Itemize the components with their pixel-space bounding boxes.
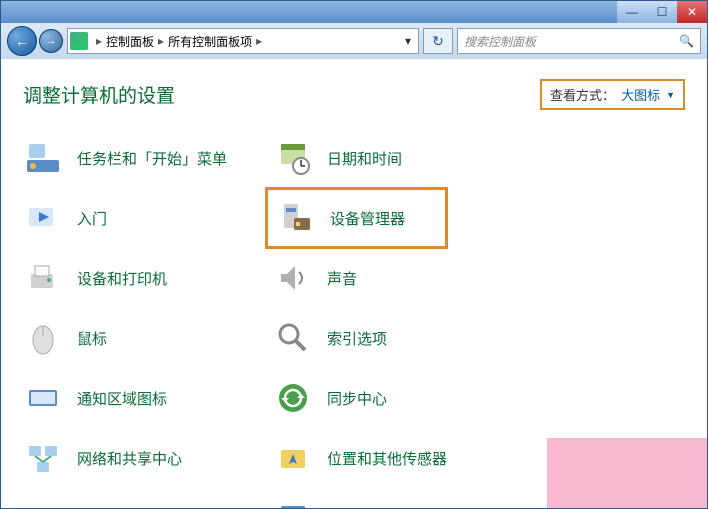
close-button[interactable]: ✕ — [677, 1, 707, 23]
control-panel-item-device-manager[interactable]: 设备管理器 — [273, 198, 523, 238]
clock-icon — [273, 138, 313, 178]
content-header: 调整计算机的设置 查看方式： 大图标 ▼ — [23, 79, 685, 110]
notification-icon — [23, 378, 63, 418]
breadcrumb-sep-icon: ▸ — [96, 34, 102, 48]
control-panel-icon — [70, 32, 88, 50]
item-label: 声音 — [327, 268, 357, 289]
address-dropdown-icon[interactable]: ▾ — [400, 34, 416, 48]
nav-buttons: ← → — [7, 26, 63, 56]
breadcrumb-current[interactable]: 所有控制面板项 — [168, 33, 252, 50]
item-label: 文件夹选项 — [77, 508, 152, 509]
item-label: 网络和共享中心 — [77, 448, 182, 469]
page-title: 调整计算机的设置 — [23, 81, 175, 108]
device-manager-icon — [276, 198, 316, 238]
control-panel-item-indexing[interactable]: 索引选项 — [273, 318, 523, 358]
control-panel-item-folder[interactable]: 文件夹选项 — [23, 498, 273, 508]
breadcrumb-root[interactable]: 控制面板 — [106, 33, 154, 50]
location-icon — [273, 438, 313, 478]
indexing-icon — [273, 318, 313, 358]
overlay-patch — [547, 438, 707, 508]
item-label: 入门 — [77, 208, 107, 229]
chevron-down-icon: ▼ — [666, 90, 675, 100]
item-label: 索引选项 — [327, 328, 387, 349]
getting-started-icon — [23, 198, 63, 238]
control-panel-item-getting-started[interactable]: 入门 — [23, 198, 273, 238]
network-icon — [23, 438, 63, 478]
forward-button[interactable]: → — [39, 29, 63, 53]
highlight-annotation: 设备管理器 — [265, 187, 448, 249]
control-panel-item-network[interactable]: 网络和共享中心 — [23, 438, 273, 478]
sound-icon — [273, 258, 313, 298]
item-label: 同步中心 — [327, 388, 387, 409]
breadcrumb-sep-icon: ▸ — [158, 34, 164, 48]
refresh-button[interactable]: ↻ — [423, 28, 453, 54]
sync-icon — [273, 378, 313, 418]
mouse-icon — [23, 318, 63, 358]
search-placeholder: 搜索控制面板 — [464, 33, 679, 50]
titlebar: — ☐ ✕ — [1, 1, 707, 23]
maximize-button[interactable]: ☐ — [647, 1, 677, 23]
printers-icon — [23, 258, 63, 298]
minimize-button[interactable]: — — [617, 1, 647, 23]
navigation-bar: ← → ▸ 控制面板 ▸ 所有控制面板项 ▸ ▾ ↻ 搜索控制面板 🔍 — [1, 23, 707, 60]
control-panel-item-clock[interactable]: 日期和时间 — [273, 138, 523, 178]
control-panel-window: — ☐ ✕ ← → ▸ 控制面板 ▸ 所有控制面板项 ▸ ▾ ↻ 搜索控制面板 … — [0, 0, 708, 509]
control-panel-item-sync[interactable]: 同步中心 — [273, 378, 523, 418]
control-panel-item-sound[interactable]: 声音 — [273, 258, 523, 298]
view-by-selector[interactable]: 查看方式： 大图标 ▼ — [540, 79, 685, 110]
item-label: 位置和其他传感器 — [327, 448, 447, 469]
view-by-label: 查看方式： — [550, 85, 615, 104]
item-label: 设备管理器 — [330, 208, 405, 229]
address-bar[interactable]: ▸ 控制面板 ▸ 所有控制面板项 ▸ ▾ — [67, 28, 419, 54]
taskbar-icon — [23, 138, 63, 178]
control-panel-item-taskbar[interactable]: 任务栏和「开始」菜单 — [23, 138, 273, 178]
item-label: 任务栏和「开始」菜单 — [77, 148, 227, 169]
folder-icon — [23, 498, 63, 508]
breadcrumb-sep-icon: ▸ — [256, 34, 262, 48]
search-input[interactable]: 搜索控制面板 🔍 — [457, 28, 701, 54]
control-panel-item-printers[interactable]: 设备和打印机 — [23, 258, 273, 298]
control-panel-item-notification[interactable]: 通知区域图标 — [23, 378, 273, 418]
control-panel-item-system[interactable]: 系统 — [273, 498, 523, 508]
system-icon — [273, 498, 313, 508]
view-by-value: 大图标 — [621, 85, 660, 104]
item-label: 系统 — [327, 508, 357, 509]
item-label: 鼠标 — [77, 328, 107, 349]
control-panel-item-mouse[interactable]: 鼠标 — [23, 318, 273, 358]
item-label: 设备和打印机 — [77, 268, 167, 289]
control-panel-item-location[interactable]: 位置和其他传感器 — [273, 438, 523, 478]
item-label: 通知区域图标 — [77, 388, 167, 409]
back-button[interactable]: ← — [7, 26, 37, 56]
search-icon[interactable]: 🔍 — [679, 34, 694, 48]
item-label: 日期和时间 — [327, 148, 402, 169]
